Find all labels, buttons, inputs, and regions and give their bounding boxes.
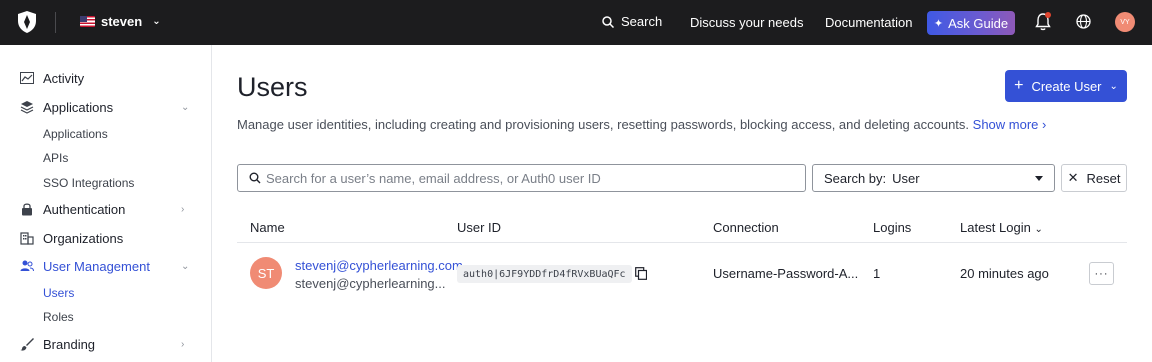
sidebar-item-label: User Management — [43, 258, 150, 274]
reset-label: Reset — [1086, 170, 1121, 186]
discuss-needs-link[interactable]: Discuss your needs — [690, 15, 803, 30]
chevron-down-icon: ⌄ — [181, 101, 190, 113]
search-by-select[interactable]: Search by: User — [812, 164, 1055, 192]
search-icon — [602, 15, 614, 28]
user-id-badge: auth0|6JF9YDDfrD4fRVxBUaQFc — [457, 265, 632, 283]
page-title: Users — [237, 72, 308, 102]
sidebar-item-label: Organizations — [43, 230, 124, 246]
plus-icon: + — [1014, 77, 1024, 94]
search-input[interactable] — [266, 170, 786, 186]
us-flag-icon — [80, 16, 95, 27]
search-label: Search — [621, 14, 663, 29]
user-email-link[interactable]: stevenj@cypherlearning.com — [295, 258, 463, 273]
user-avatar[interactable]: VY — [1115, 12, 1135, 32]
connection-cell: Username-Password-A... — [713, 266, 859, 281]
search-link[interactable]: Search — [602, 14, 662, 29]
sidebar-item-applications[interactable]: Applications ⌄ — [0, 94, 211, 120]
auth0-logo-icon[interactable] — [17, 11, 37, 33]
page-description: Manage user identities, including creati… — [237, 117, 1046, 132]
sidebar-subitem-users[interactable]: Users — [43, 286, 74, 300]
chevron-right-icon: › — [181, 338, 185, 350]
documentation-link[interactable]: Documentation — [825, 15, 912, 30]
description-text: Manage user identities, including creati… — [237, 117, 970, 132]
show-more-link[interactable]: Show more › — [973, 117, 1047, 132]
column-header-latest-login[interactable]: Latest Login ⌄ — [960, 220, 1043, 235]
divider — [55, 12, 56, 33]
chevron-right-icon: › — [181, 203, 185, 215]
avatar: ST — [250, 257, 282, 289]
sparkle-icon: ✦ — [933, 17, 944, 30]
top-navigation-bar: steven ⌄ Search Discuss your needs Docum… — [0, 0, 1152, 45]
column-header-connection: Connection — [713, 220, 779, 235]
chevron-down-icon: ⌄ — [181, 260, 190, 272]
paintbrush-icon — [20, 338, 34, 351]
sidebar-item-branding[interactable]: Branding › — [0, 331, 211, 357]
ask-guide-button[interactable]: ✦ Ask Guide — [927, 11, 1015, 35]
sidebar-item-activity[interactable]: Activity — [0, 65, 211, 91]
user-search-field[interactable] — [237, 164, 806, 192]
organizations-building-icon — [20, 232, 34, 245]
create-user-button[interactable]: + Create User ⌄ — [1005, 70, 1127, 102]
user-secondary-email: stevenj@cypherlearning... — [295, 276, 446, 291]
row-actions-button[interactable]: ··· — [1089, 262, 1114, 285]
ask-guide-label: Ask Guide — [948, 15, 1009, 31]
sort-chevron-down-icon: ⌄ — [1034, 224, 1043, 235]
create-user-label: Create User — [1031, 78, 1102, 94]
sidebar-item-label: Authentication — [43, 201, 126, 217]
sidebar-item-authentication[interactable]: Authentication › — [0, 196, 211, 222]
more-dots-icon: ··· — [1094, 267, 1109, 280]
sidebar-item-user-management[interactable]: User Management ⌄ — [0, 253, 211, 279]
sidebar-subitem-applications[interactable]: Applications — [43, 127, 108, 141]
column-header-name: Name — [250, 220, 285, 235]
column-header-logins: Logins — [873, 220, 912, 235]
notification-dot — [1045, 12, 1051, 18]
sidebar-item-label: Branding — [43, 336, 96, 352]
table-divider — [237, 242, 1127, 243]
search-by-label: Search by: — [824, 170, 887, 186]
sidebar-subitem-roles[interactable]: Roles — [43, 310, 74, 324]
sidebar-item-label: Applications — [43, 99, 114, 115]
sidebar: Activity Applications ⌄ Applications API… — [0, 45, 212, 362]
sidebar-item-label: Activity — [43, 70, 85, 86]
latest-login-cell: 20 minutes ago — [960, 266, 1049, 281]
activity-chart-icon — [20, 72, 34, 84]
lock-icon — [22, 203, 32, 216]
reset-button[interactable]: ✕ Reset — [1061, 164, 1127, 192]
globe-icon[interactable] — [1076, 14, 1091, 29]
chevron-down-icon: ⌄ — [152, 16, 161, 27]
sidebar-item-organizations[interactable]: Organizations — [0, 225, 211, 251]
applications-layers-icon — [20, 101, 34, 114]
search-by-value: User — [892, 170, 920, 186]
sidebar-subitem-sso-integrations[interactable]: SSO Integrations — [43, 176, 134, 190]
search-icon — [249, 172, 261, 184]
logins-cell: 1 — [873, 266, 881, 281]
tenant-selector[interactable]: steven ⌄ — [80, 14, 161, 29]
sidebar-subitem-apis[interactable]: APIs — [43, 151, 68, 165]
copy-icon[interactable] — [635, 267, 647, 280]
caret-down-icon — [1035, 176, 1043, 181]
users-icon — [20, 260, 34, 272]
close-icon: ✕ — [1067, 170, 1079, 185]
column-header-user-id: User ID — [457, 220, 502, 235]
tenant-name: steven — [101, 14, 143, 29]
chevron-down-icon: ⌄ — [1109, 80, 1118, 92]
